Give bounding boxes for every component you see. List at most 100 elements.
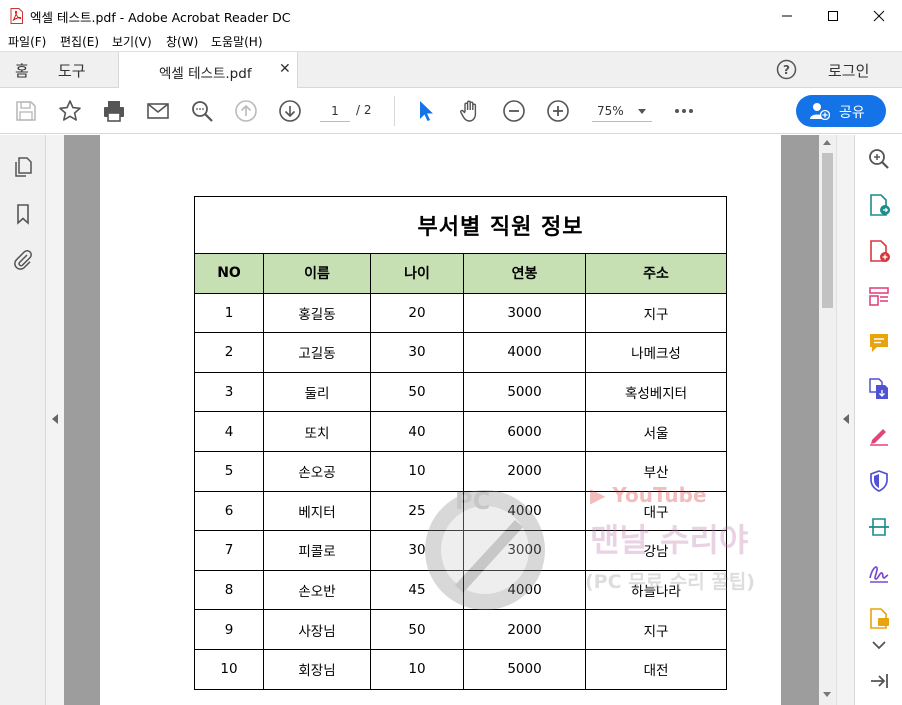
- zoom-in-icon[interactable]: [546, 99, 570, 123]
- fill-sign-icon[interactable]: [867, 423, 891, 447]
- tab-document[interactable]: 엑셀 테스트.pdf ✕: [118, 52, 298, 89]
- cell-name: 손오공: [263, 450, 371, 492]
- add-user-icon: [810, 103, 830, 120]
- cell-salary: 3000: [463, 292, 586, 334]
- cell-address: 대전: [585, 648, 727, 690]
- vertical-scrollbar[interactable]: [819, 135, 836, 705]
- page-total: / 2: [356, 103, 372, 117]
- cell-age: 40: [370, 411, 464, 452]
- toolbar-separator: [394, 96, 395, 126]
- email-icon[interactable]: [146, 99, 170, 123]
- send-for-comment-icon[interactable]: [867, 607, 891, 631]
- save-icon[interactable]: [14, 99, 38, 123]
- cell-salary: 4000: [463, 332, 586, 373]
- next-page-icon[interactable]: [278, 99, 302, 123]
- cell-age: 30: [370, 332, 464, 373]
- scrollbar-thumb[interactable]: [822, 153, 833, 308]
- menu-file[interactable]: 파일(F): [8, 33, 46, 50]
- header-salary: 연봉: [463, 253, 586, 294]
- menu-window[interactable]: 창(W): [166, 33, 198, 50]
- protect-shield-icon[interactable]: [867, 469, 891, 493]
- cell-address: 서울: [585, 411, 727, 452]
- table-row: 8 손오반 45 4000 하늘나라: [194, 569, 727, 611]
- left-panel-toggle[interactable]: [46, 135, 64, 705]
- tab-tools[interactable]: 도구: [58, 60, 86, 81]
- minimize-button[interactable]: [764, 0, 810, 31]
- find-text-icon[interactable]: [190, 99, 214, 123]
- search-tools-icon[interactable]: [867, 147, 891, 171]
- hand-tool-icon[interactable]: [458, 99, 482, 123]
- menu-help[interactable]: 도움말(H): [211, 33, 263, 50]
- page-number-input[interactable]: 1: [320, 100, 350, 122]
- table-row: 2 고길동 30 4000 나메크성: [194, 332, 727, 373]
- previous-page-icon[interactable]: [234, 99, 258, 123]
- more-tools-icon[interactable]: [672, 99, 696, 123]
- print-icon[interactable]: [102, 99, 126, 123]
- header-address: 주소: [585, 253, 727, 294]
- export-pdf-icon[interactable]: [867, 193, 891, 217]
- select-cursor-icon[interactable]: [414, 99, 438, 123]
- table-row: 7 피콜로 30 3000 강남: [194, 530, 727, 571]
- menu-edit[interactable]: 편집(E): [60, 33, 99, 50]
- table-row: 5 손오공 10 2000 부산: [194, 450, 727, 492]
- cell-salary: 4000: [463, 569, 586, 611]
- maximize-icon: [828, 10, 838, 21]
- zoom-value: 75%: [597, 104, 624, 118]
- bookmark-icon[interactable]: [12, 203, 34, 225]
- tab-bar: 홈 도구 엑셀 테스트.pdf ✕ ? 로그인: [0, 51, 902, 89]
- cell-age: 10: [370, 450, 464, 492]
- table-row: 1 홍길동 20 3000 지구: [194, 292, 727, 334]
- cell-address: 부산: [585, 450, 727, 492]
- tab-home[interactable]: 홈: [15, 60, 29, 81]
- zoom-out-icon[interactable]: [502, 99, 526, 123]
- bookmark-star-icon[interactable]: [58, 99, 82, 123]
- edit-pdf-icon[interactable]: [867, 285, 891, 309]
- menu-bar: 파일(F) 편집(E) 보기(V) 창(W) 도움말(H): [0, 31, 902, 51]
- cell-salary: 4000: [463, 490, 586, 532]
- combine-files-icon[interactable]: [867, 377, 891, 401]
- table-title: 부서별 직원 정보: [194, 196, 727, 254]
- scroll-up-icon[interactable]: [823, 140, 831, 145]
- cell-no: 8: [194, 569, 264, 611]
- request-signature-icon[interactable]: [867, 561, 891, 585]
- scroll-down-icon[interactable]: [823, 692, 831, 697]
- title-bar: 엑셀 테스트.pdf - Adobe Acrobat Reader DC: [0, 0, 902, 31]
- cell-age: 10: [370, 648, 464, 690]
- page-thumbnails-icon[interactable]: [12, 156, 34, 178]
- employee-table: 부서별 직원 정보 NO 이름 나이 연봉 주소 1 홍길동 20 3000 지구 2 고길…: [194, 196, 727, 690]
- cell-salary: 5000: [463, 648, 586, 690]
- attachment-icon[interactable]: [12, 249, 34, 271]
- scan-ocr-icon[interactable]: [867, 515, 891, 539]
- document-viewer[interactable]: 부서별 직원 정보 NO 이름 나이 연봉 주소 1 홍길동 20 3000 지구 2 고길…: [64, 135, 819, 705]
- table-row: 4 또치 40 6000 서울: [194, 411, 727, 452]
- cell-name: 또치: [263, 411, 371, 452]
- cell-address: 지구: [585, 609, 727, 650]
- zoom-select[interactable]: 75%: [592, 100, 652, 122]
- cell-name: 피콜로: [263, 530, 371, 571]
- minimize-icon: [782, 15, 792, 16]
- collapse-pane-icon[interactable]: [867, 669, 891, 693]
- menu-view[interactable]: 보기(V): [112, 33, 152, 50]
- create-pdf-icon[interactable]: [867, 239, 891, 263]
- chevron-down-icon[interactable]: [867, 633, 891, 657]
- right-panel-toggle[interactable]: [836, 135, 854, 705]
- maximize-button[interactable]: [810, 0, 856, 31]
- cell-name: 사장님: [263, 609, 371, 650]
- close-window-button[interactable]: [856, 0, 902, 31]
- table-row: 6 베지터 25 4000 대구: [194, 490, 727, 532]
- cell-address: 하늘나라: [585, 569, 727, 611]
- cell-address: 혹성베지터: [585, 371, 727, 413]
- comment-icon[interactable]: [867, 331, 891, 355]
- help-icon[interactable]: ?: [776, 59, 797, 80]
- table-body: 1 홍길동 20 3000 지구 2 고길동 30 4000 나메크성 3 둘리 50 5000 혹성베지터…: [194, 292, 727, 690]
- share-button[interactable]: 공유: [796, 95, 886, 127]
- cell-no: 10: [194, 648, 264, 690]
- login-link[interactable]: 로그인: [828, 60, 869, 81]
- cell-name: 회장님: [263, 648, 371, 690]
- close-tab-icon[interactable]: ✕: [279, 61, 291, 77]
- cell-no: 6: [194, 490, 264, 532]
- cell-name: 둘리: [263, 371, 371, 413]
- cell-no: 7: [194, 530, 264, 571]
- chevron-left-icon: [843, 414, 849, 424]
- cell-no: 1: [194, 292, 264, 334]
